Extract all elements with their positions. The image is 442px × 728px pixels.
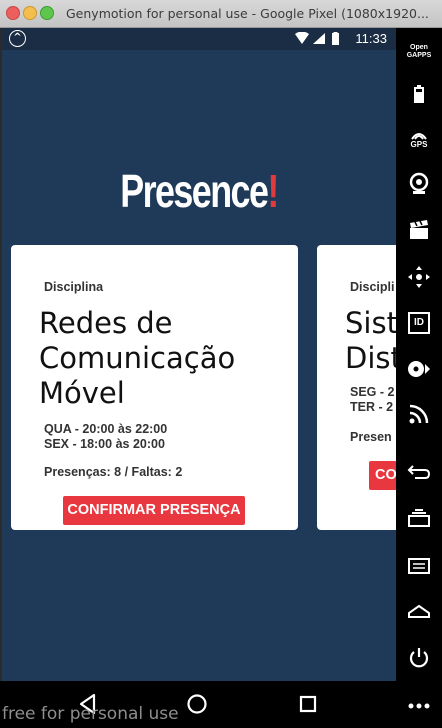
minimize-window-button[interactable] xyxy=(23,6,37,20)
course-schedule: SEG - 2 TER - 2 xyxy=(350,385,395,414)
confirm-presence-button[interactable]: CO xyxy=(369,461,396,490)
status-bar: ^ 11:33 xyxy=(2,28,396,50)
watermark: free for personal use xyxy=(2,704,179,724)
course-card: Discipli Sist Dist SEG - 2 TER - 2 Prese… xyxy=(317,245,396,530)
close-window-button[interactable] xyxy=(6,6,20,20)
card-label: Discipli xyxy=(350,280,395,294)
app-notification-icon: ^ xyxy=(9,30,26,47)
confirm-presence-button[interactable]: CONFIRMAR PRESENÇA xyxy=(63,496,245,525)
phone-screen: ^ 11:33 Presence! Disciplina Redes de Co… xyxy=(2,28,396,681)
gps-icon[interactable]: GPS xyxy=(403,124,435,156)
course-title: Redes de Comunicação Móvel xyxy=(39,306,236,410)
dpad-icon[interactable] xyxy=(403,261,435,293)
card-label: Disciplina xyxy=(44,280,104,294)
menu-icon[interactable] xyxy=(403,550,435,582)
back-icon[interactable] xyxy=(403,456,435,488)
attendance-stats: Presen xyxy=(350,430,392,444)
battery-icon[interactable] xyxy=(403,78,435,110)
window-title: Genymotion for personal use - Google Pix… xyxy=(66,6,429,21)
brand-mark: ! xyxy=(267,165,279,217)
course-title: Sist Dist xyxy=(345,306,396,375)
rss-icon[interactable] xyxy=(403,398,435,430)
emulator-toolbar: Open GAPPS GPS ID xyxy=(396,28,442,728)
brand-name: Presence xyxy=(120,165,269,217)
home-icon[interactable] xyxy=(403,596,435,628)
app-logo: Presence! xyxy=(45,164,352,218)
camera-icon[interactable] xyxy=(403,168,435,200)
wifi-icon xyxy=(295,32,309,44)
maximize-window-button[interactable] xyxy=(40,6,54,20)
status-time: 11:33 xyxy=(355,31,387,46)
battery-status-icon xyxy=(332,33,339,45)
clapperboard-icon[interactable] xyxy=(403,214,435,246)
status-icons xyxy=(295,32,339,45)
course-schedule: QUA - 20:00 às 22:00 SEX - 18:00 às 20:0… xyxy=(44,422,168,451)
more-icon[interactable] xyxy=(403,690,435,722)
media-icon[interactable] xyxy=(403,353,435,385)
id-icon[interactable]: ID xyxy=(403,307,435,339)
power-icon[interactable] xyxy=(403,642,435,674)
opengapps-icon[interactable]: Open GAPPS xyxy=(403,36,435,68)
nav-home-icon[interactable] xyxy=(186,693,208,715)
recent-apps-icon[interactable] xyxy=(403,502,435,534)
attendance-stats: Presenças: 8 / Faltas: 2 xyxy=(44,465,183,479)
window-title-bar: Genymotion for personal use - Google Pix… xyxy=(0,0,442,28)
course-card: Disciplina Redes de Comunicação Móvel QU… xyxy=(11,245,298,530)
signal-icon xyxy=(313,33,325,44)
nav-recents-icon[interactable] xyxy=(298,693,318,715)
